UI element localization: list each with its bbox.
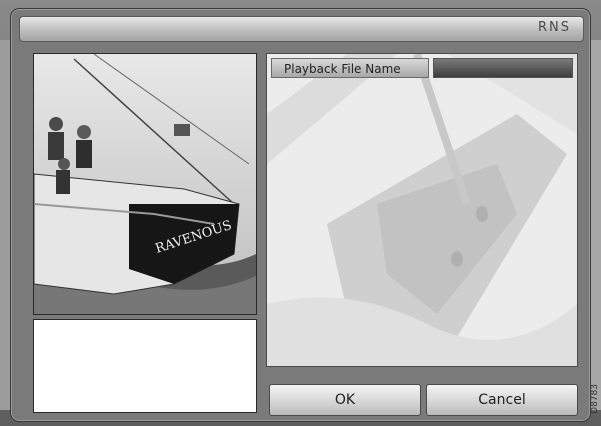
playback-dialog: RNS RAVENOUS Playback File Name OK Cance… [10,8,591,422]
ok-button[interactable]: OK [269,384,421,416]
playback-file-label: Playback File Name [271,58,429,78]
corner-code: D8783 [590,384,600,414]
info-panel [33,319,257,413]
sailboat-photo: RAVENOUS [33,53,257,315]
playback-file-name-field[interactable] [433,58,573,78]
background-window-edge-left [0,40,10,410]
playback-preview: Playback File Name [266,53,578,367]
playback-file-row: Playback File Name [271,58,573,78]
brand-logo: RNS [537,20,571,35]
cancel-button[interactable]: Cancel [426,384,578,416]
dialog-titlebar[interactable]: RNS [19,16,584,42]
